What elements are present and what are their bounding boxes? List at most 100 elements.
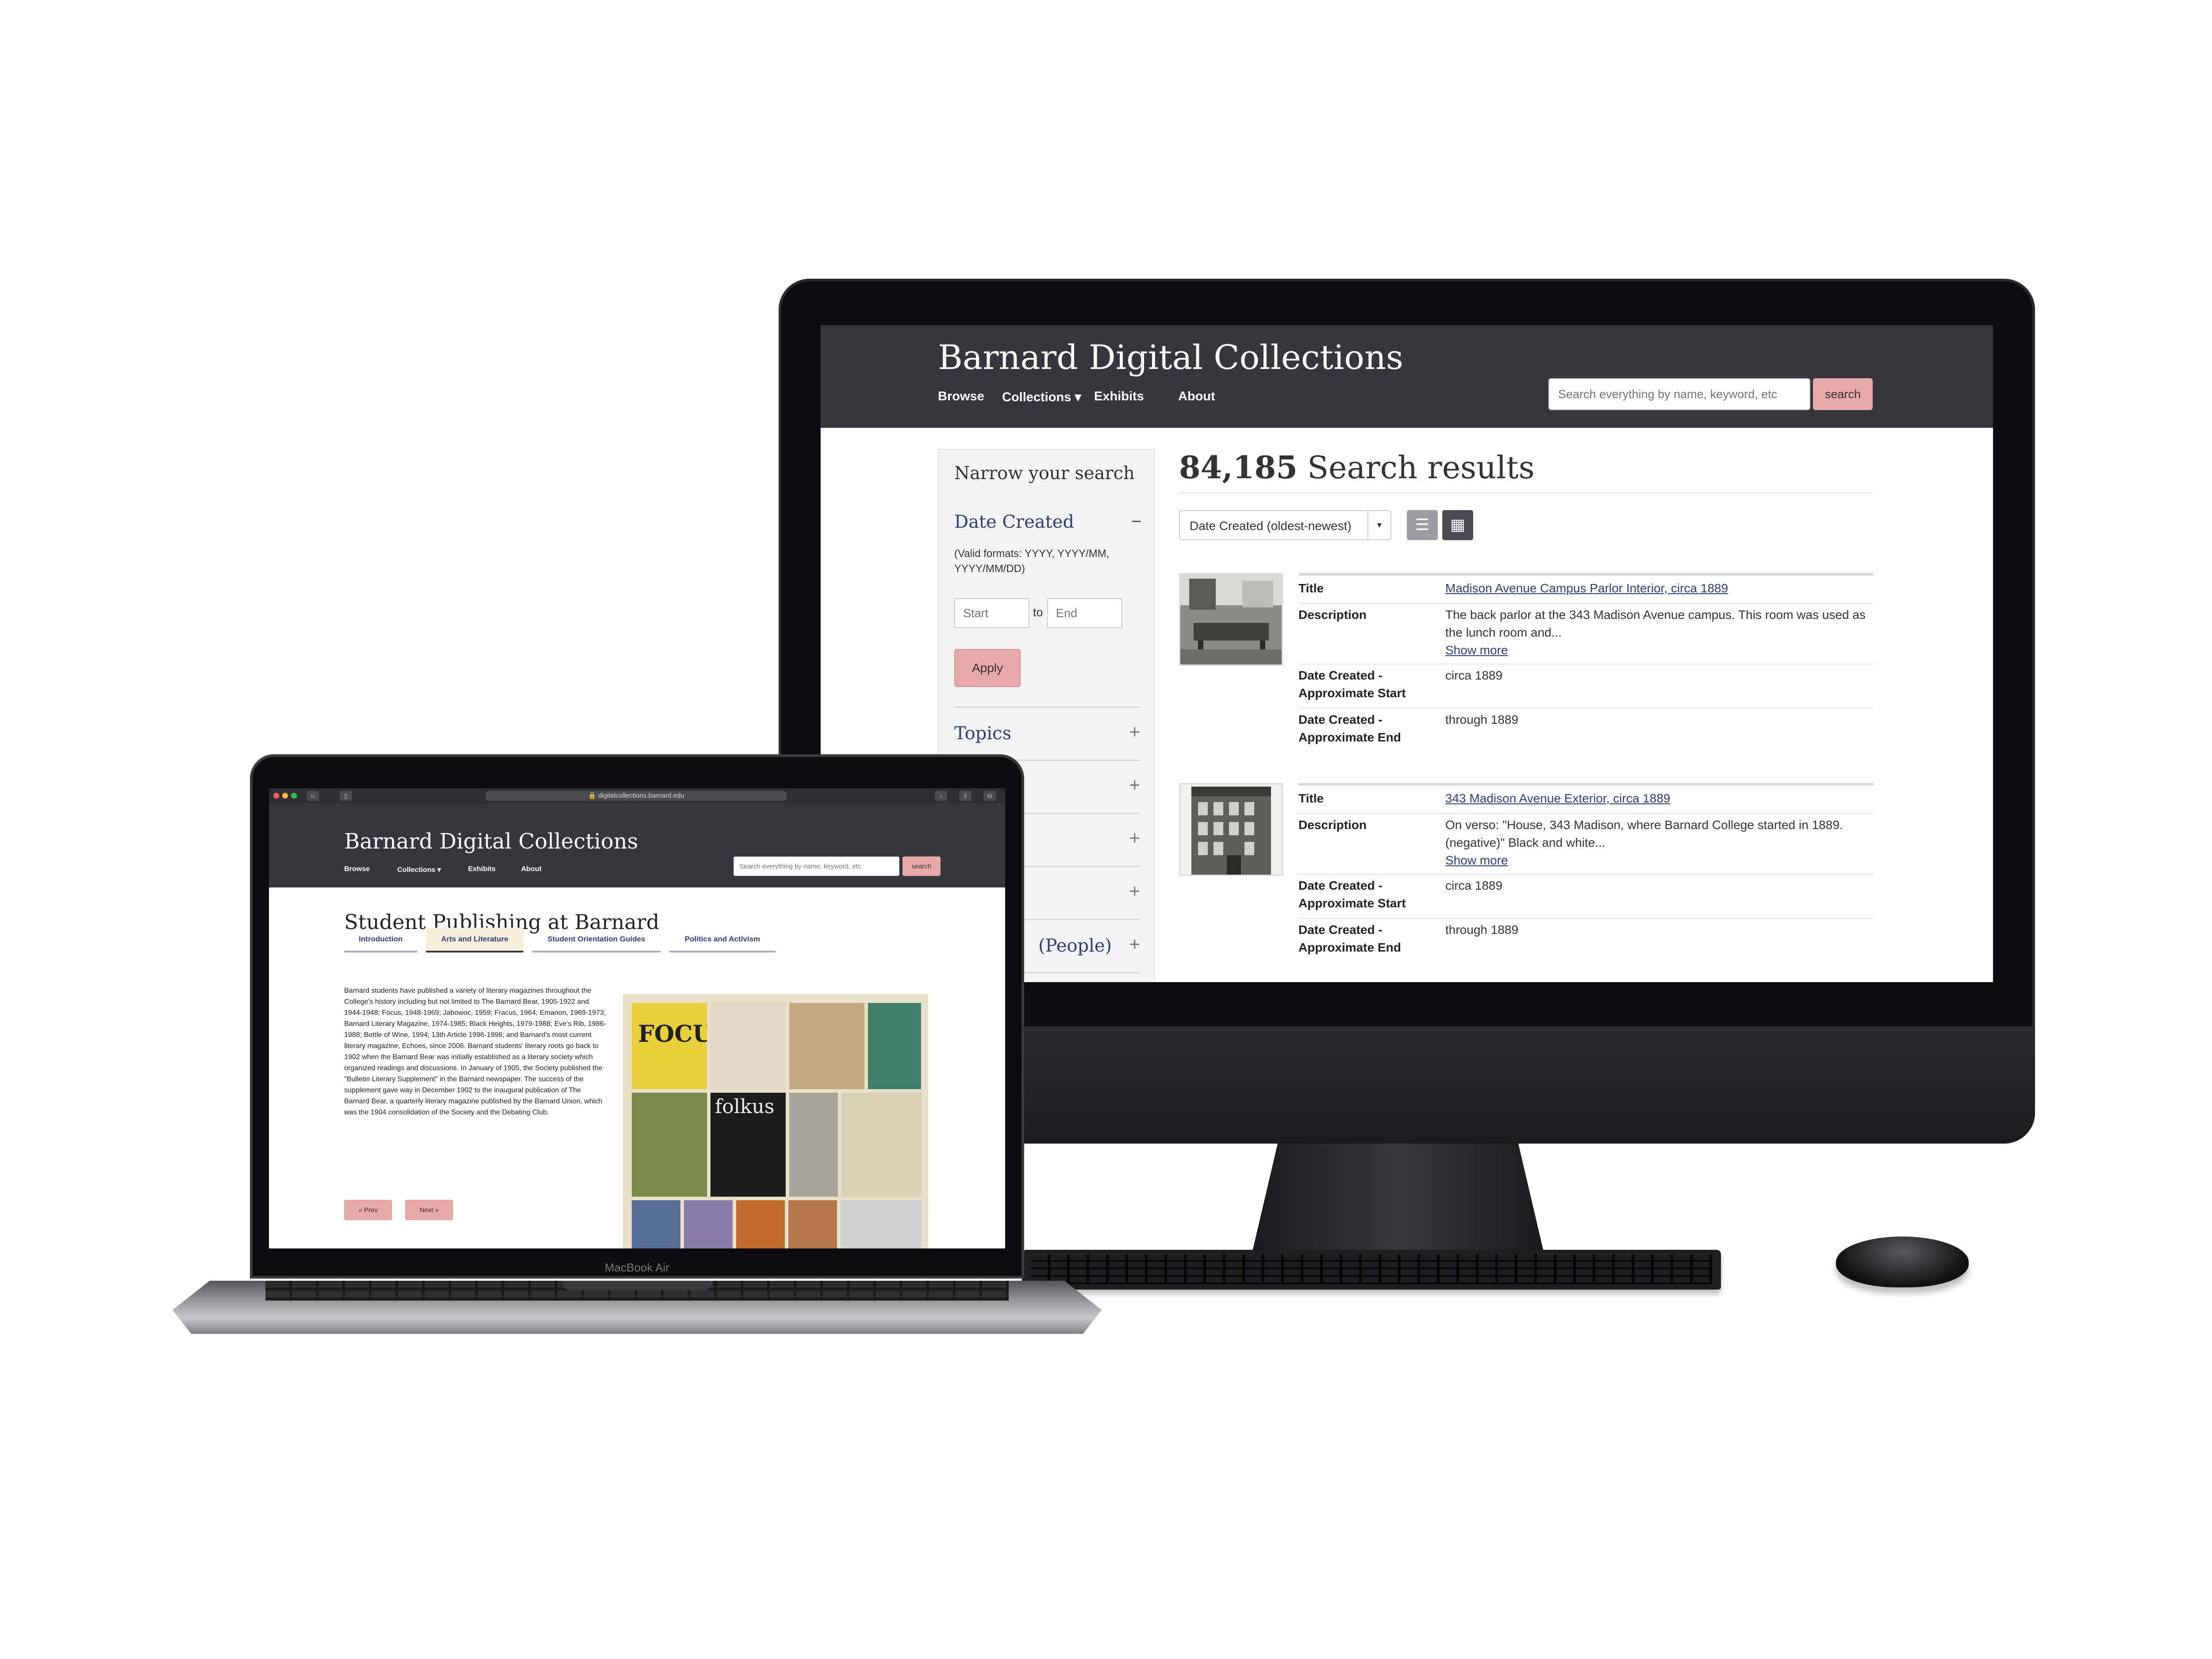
facet-heading: Narrow your search xyxy=(954,463,1135,484)
result-document: Title 343 Madison Avenue Exterior, circa… xyxy=(1179,783,1874,969)
result-document: Title Madison Avenue Campus Parlor Inter… xyxy=(1179,573,1874,759)
tab-arts-and-literature[interactable]: Arts and Literature xyxy=(426,928,523,952)
magazine-cover-mosaic[interactable]: FOCUS folkus focus xyxy=(623,994,928,1248)
facet-topics[interactable]: Topics + xyxy=(954,707,1140,761)
nav-browse[interactable]: Browse xyxy=(938,389,984,404)
divider xyxy=(1179,492,1874,493)
results-heading: 84,185 Search results xyxy=(1179,449,1535,486)
mouse xyxy=(1836,1237,1969,1287)
result-title-link[interactable]: 343 Madison Avenue Exterior, circa 1889 xyxy=(1445,791,1670,805)
close-window-icon[interactable] xyxy=(273,793,279,799)
result-thumbnail[interactable] xyxy=(1179,783,1283,876)
cover-tile xyxy=(841,1093,921,1197)
apply-button[interactable]: Apply xyxy=(954,649,1021,687)
site-header: Barnard Digital Collections Browse Colle… xyxy=(269,803,1005,887)
cover-tile xyxy=(632,1093,707,1197)
cover-tile xyxy=(789,1093,838,1197)
cover-tile: folkus xyxy=(710,1093,786,1197)
field-label-date-start: Date Created - Approximate Start xyxy=(1298,668,1406,700)
minus-icon[interactable]: − xyxy=(1131,512,1141,532)
date-range-to: to xyxy=(1033,606,1043,619)
nav-about[interactable]: About xyxy=(521,865,541,873)
back-forward-icon[interactable]: ‹› xyxy=(307,791,319,801)
next-button[interactable]: Next » xyxy=(405,1200,453,1220)
search-input[interactable] xyxy=(1548,378,1810,410)
cover-tile xyxy=(684,1200,733,1248)
cover-tile xyxy=(736,1200,785,1248)
result-title-link[interactable]: Madison Avenue Campus Parlor Interior, c… xyxy=(1445,581,1728,595)
nav-exhibits[interactable]: Exhibits xyxy=(468,865,495,873)
share-icon[interactable]: ⇪ xyxy=(959,791,972,801)
tabs-icon[interactable]: ⧉ xyxy=(983,791,996,801)
divider xyxy=(1298,708,1874,709)
field-label-date-end: Date Created - Approximate End xyxy=(1298,923,1401,954)
caret-down-icon[interactable]: ▾ xyxy=(1367,511,1390,539)
nav-exhibits[interactable]: Exhibits xyxy=(1094,389,1144,404)
download-icon[interactable]: ↓ xyxy=(935,791,947,801)
list-view-icon[interactable]: ☰ xyxy=(1407,510,1438,540)
plus-icon[interactable]: + xyxy=(1129,933,1140,955)
plus-icon[interactable]: + xyxy=(1129,880,1140,902)
field-label-description: Description xyxy=(1298,818,1367,832)
cover-tile: FOCUS xyxy=(632,1003,707,1089)
divider xyxy=(1298,874,1874,875)
nav-about[interactable]: About xyxy=(1178,389,1215,404)
divider xyxy=(1298,603,1874,604)
field-label-date-end: Date Created - Approximate End xyxy=(1298,713,1401,744)
sidebar-icon[interactable]: ▯ xyxy=(340,791,352,801)
address-bar[interactable]: 🔒 digitalcollections.barnard.edu xyxy=(486,791,787,801)
cover-title: folkus xyxy=(715,1095,775,1118)
site-brand[interactable]: Barnard Digital Collections xyxy=(938,338,1403,377)
result-thumbnail[interactable] xyxy=(1179,573,1283,666)
search-button[interactable]: search xyxy=(902,856,941,876)
keyboard xyxy=(1022,1250,1721,1290)
date-end-value: through 1889 xyxy=(1445,713,1519,726)
field-label-title: Title xyxy=(1298,581,1324,595)
plus-icon[interactable]: + xyxy=(1129,721,1140,742)
zoom-window-icon[interactable] xyxy=(291,793,297,799)
date-start-value: circa 1889 xyxy=(1445,879,1503,892)
sort-dropdown[interactable]: Date Created (oldest-newest) ▾ xyxy=(1179,510,1391,540)
tab-student-orientation-guides[interactable]: Student Orientation Guides xyxy=(532,928,661,952)
facet-date-created-toggle[interactable]: Date Created xyxy=(954,512,1074,532)
cover-tile xyxy=(632,1200,680,1248)
field-label-description: Description xyxy=(1298,608,1367,622)
facet-label: (People) xyxy=(1038,936,1112,956)
minimize-window-icon[interactable] xyxy=(282,793,288,799)
sort-value: Date Created (oldest-newest) xyxy=(1190,519,1352,533)
macbook-hinge-notch xyxy=(562,1281,712,1290)
facet-label: Topics xyxy=(954,723,1011,744)
apple-logo-icon xyxy=(1380,1053,1433,1117)
macbook-screen: ‹› ▯ 🔒 digitalcollections.barnard.edu ↓ … xyxy=(269,788,1005,1248)
field-label-title: Title xyxy=(1298,791,1324,805)
date-end-value: through 1889 xyxy=(1445,923,1519,937)
results-count: 84,185 xyxy=(1179,449,1298,486)
tab-politics-and-activism[interactable]: Politics and Activism xyxy=(669,928,776,952)
search-input[interactable] xyxy=(733,856,899,876)
field-label-date-start: Date Created - Approximate Start xyxy=(1298,879,1406,910)
cover-tile: focus xyxy=(841,1200,921,1248)
divider xyxy=(1298,573,1874,576)
show-more-link[interactable]: Show more xyxy=(1445,853,1508,867)
date-start-input[interactable] xyxy=(954,598,1029,628)
show-more-link[interactable]: Show more xyxy=(1445,643,1508,657)
date-start-value: circa 1889 xyxy=(1445,668,1503,682)
results-label: Search results xyxy=(1307,449,1535,486)
date-end-input[interactable] xyxy=(1047,598,1122,628)
plus-icon[interactable]: + xyxy=(1129,774,1140,795)
cover-tile xyxy=(788,1200,837,1248)
plus-icon[interactable]: + xyxy=(1129,827,1140,849)
search-button[interactable]: search xyxy=(1813,378,1873,410)
tab-introduction[interactable]: Introduction xyxy=(344,928,417,952)
cover-title: FOCUS xyxy=(638,1021,707,1048)
prev-button[interactable]: « Prev xyxy=(344,1200,392,1220)
cover-tile xyxy=(868,1003,921,1089)
nav-collections[interactable]: Collections ▾ xyxy=(1002,389,1081,405)
nav-collections[interactable]: Collections ▾ xyxy=(397,865,441,874)
nav-browse[interactable]: Browse xyxy=(344,865,370,873)
date-format-hint: (Valid formats: YYYY, YYYY/MM, YYYY/MM/D… xyxy=(954,548,1110,575)
site-brand[interactable]: Barnard Digital Collections xyxy=(344,829,638,854)
cover-title: focus xyxy=(885,1247,916,1248)
grid-view-icon[interactable]: ▦ xyxy=(1442,510,1473,540)
divider xyxy=(1298,813,1874,814)
